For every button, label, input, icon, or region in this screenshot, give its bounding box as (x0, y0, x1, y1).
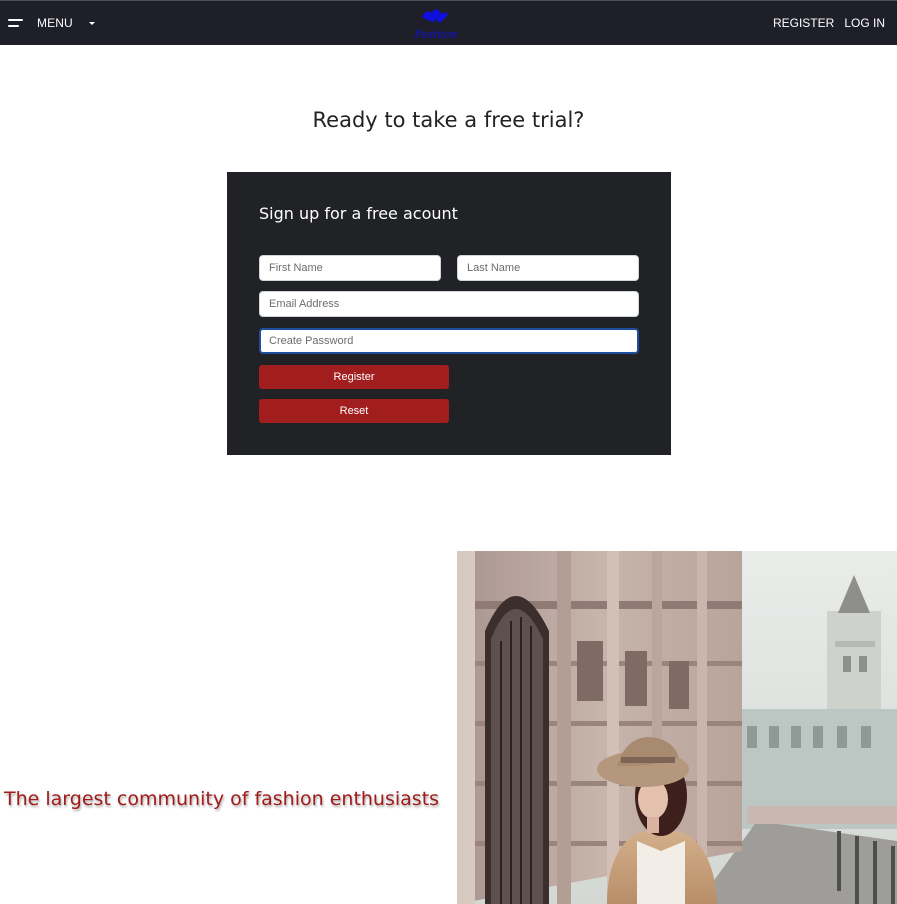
fashion-logo[interactable]: Fashion (412, 5, 460, 41)
community-tagline: The largest community of fashion enthusi… (4, 788, 440, 810)
trial-heading: Ready to take a free trial? (312, 108, 585, 132)
signup-card: Sign up for a free acount Register Reset (227, 172, 671, 455)
reset-button[interactable]: Reset (259, 399, 449, 423)
caret-down-icon (88, 22, 95, 25)
signup-title: Sign up for a free acount (259, 204, 458, 223)
first-name-input[interactable] (259, 255, 441, 281)
login-link[interactable]: LOG IN (844, 16, 885, 30)
navbar: MENU Fashion REGISTER LOG IN (0, 0, 897, 45)
email-input[interactable] (259, 291, 639, 317)
fashion-model-photo (457, 551, 897, 904)
menu-button[interactable]: MENU (8, 1, 95, 45)
menu-label: MENU (37, 16, 73, 30)
last-name-input[interactable] (457, 255, 639, 281)
register-button[interactable]: Register (259, 365, 449, 389)
password-input[interactable] (259, 328, 639, 354)
hamburger-icon (8, 19, 23, 27)
logo-text: Fashion (413, 28, 457, 41)
register-link[interactable]: REGISTER (773, 16, 834, 30)
